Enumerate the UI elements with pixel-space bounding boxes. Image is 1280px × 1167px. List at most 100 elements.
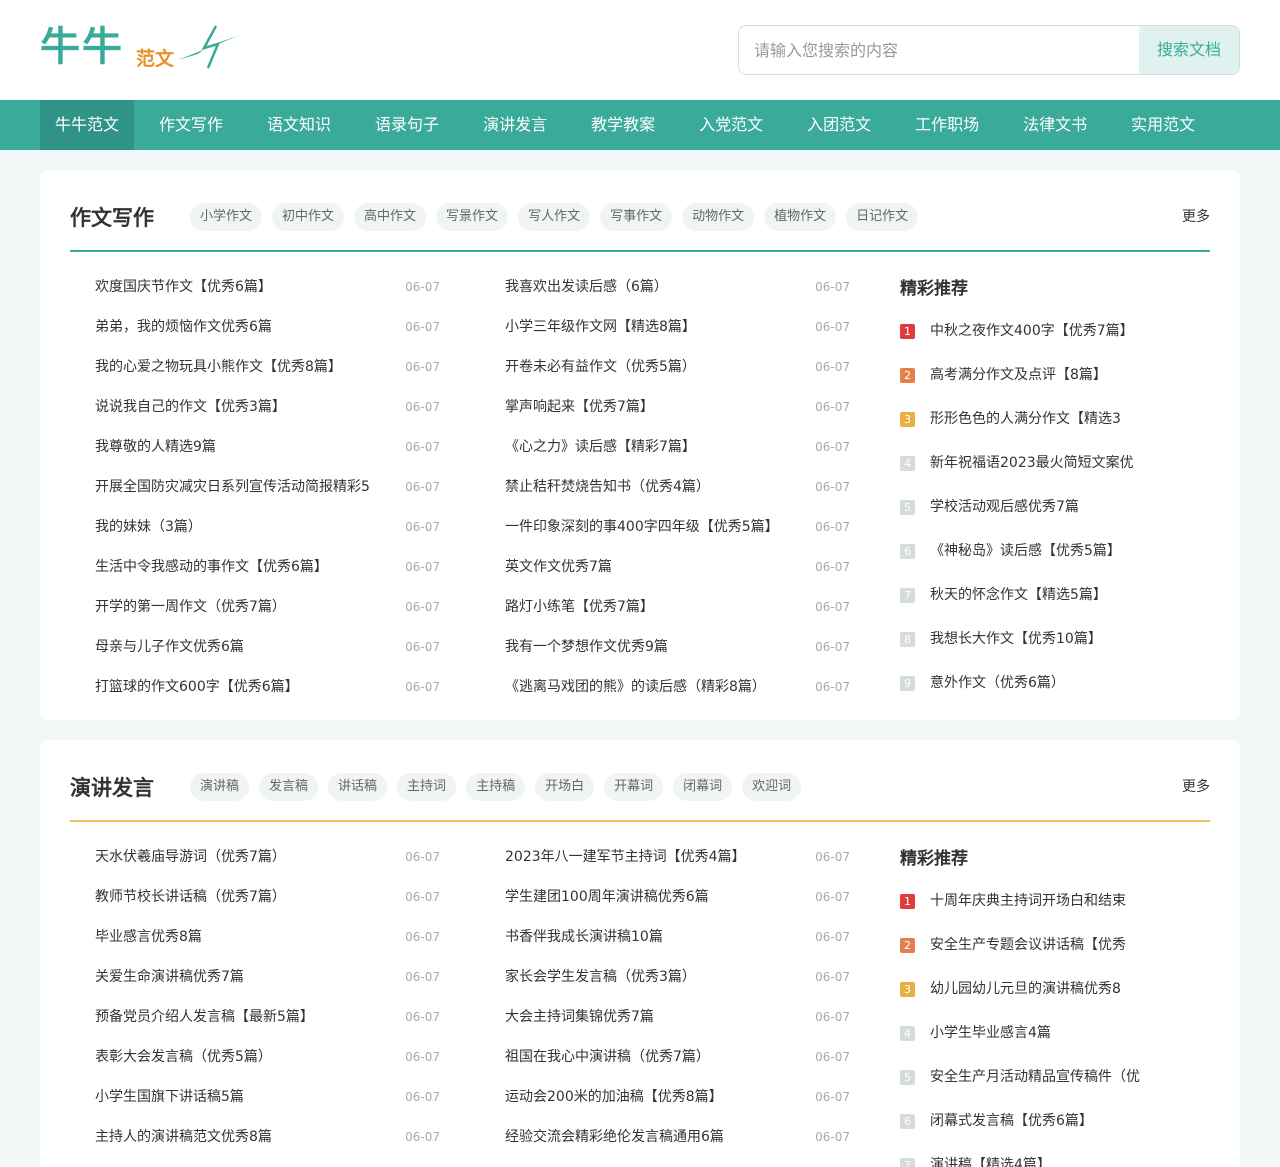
article-link[interactable]: 路灯小练笔【优秀7篇】: [505, 597, 654, 617]
article-link[interactable]: 关爱生命演讲稿优秀7篇: [95, 967, 244, 987]
recommend-item[interactable]: 7 秋天的怀念作文【精选5篇】: [900, 580, 1180, 624]
article-link[interactable]: 开展全国防灾减灾日系列宣传活动简报精彩5: [95, 477, 370, 497]
article-link[interactable]: 禁止秸秆焚烧告知书（优秀4篇）: [505, 477, 710, 497]
site-logo[interactable]: 牛牛 范文: [40, 22, 240, 72]
nav-item-composition[interactable]: 作文写作: [144, 100, 238, 150]
nav-item-league-essays[interactable]: 入团范文: [792, 100, 886, 150]
recommend-item[interactable]: 9 意外作文（优秀6篇）: [900, 668, 1180, 712]
nav-item-quotes[interactable]: 语录句子: [360, 100, 454, 150]
tag[interactable]: 发言稿: [259, 773, 319, 801]
article-link[interactable]: 《心之力》读后感【精彩7篇】: [505, 437, 696, 457]
recommend-link[interactable]: 中秋之夜作文400字【优秀7篇】: [930, 321, 1134, 341]
recommend-item[interactable]: 1 十周年庆典主持词开场白和结束: [900, 886, 1180, 930]
article-link[interactable]: 我尊敬的人精选9篇: [95, 437, 216, 457]
article-link[interactable]: 学生建团100周年演讲稿优秀6篇: [505, 887, 709, 907]
article-link[interactable]: 开学的第一周作文（优秀7篇）: [95, 597, 286, 617]
article-link[interactable]: 主持人的演讲稿范文优秀8篇: [95, 1127, 272, 1147]
recommend-link[interactable]: 意外作文（优秀6篇）: [930, 673, 1065, 693]
recommend-item[interactable]: 8 我想长大作文【优秀10篇】: [900, 624, 1180, 668]
article-link[interactable]: 经验交流会精彩绝伦发言稿通用6篇: [505, 1127, 724, 1147]
nav-item-workplace[interactable]: 工作职场: [900, 100, 994, 150]
article-link[interactable]: 毕业感言优秀8篇: [95, 927, 202, 947]
tag[interactable]: 写事作文: [600, 203, 673, 231]
recommend-link[interactable]: 秋天的怀念作文【精选5篇】: [930, 585, 1107, 605]
nav-item-teaching-plans[interactable]: 教学教案: [576, 100, 670, 150]
tag[interactable]: 写景作文: [436, 203, 509, 231]
recommend-link[interactable]: 幼儿园幼儿元旦的演讲稿优秀8: [930, 979, 1121, 999]
tag[interactable]: 讲话稿: [328, 773, 388, 801]
tag[interactable]: 植物作文: [764, 203, 837, 231]
recommend-link[interactable]: 新年祝福语2023最火简短文案优: [930, 453, 1134, 473]
article-link[interactable]: 大会主持词集锦优秀7篇: [505, 1007, 654, 1027]
recommend-item[interactable]: 4 小学生毕业感言4篇: [900, 1018, 1180, 1062]
recommend-item[interactable]: 2 高考满分作文及点评【8篇】: [900, 360, 1180, 404]
article-link[interactable]: 小学三年级作文网【精选8篇】: [505, 317, 696, 337]
tag[interactable]: 日记作文: [846, 203, 919, 231]
article-link[interactable]: 运动会200米的加油稿【优秀8篇】: [505, 1087, 723, 1107]
tag[interactable]: 演讲稿: [190, 773, 250, 801]
search-button[interactable]: 搜索文档: [1139, 26, 1239, 74]
recommend-item[interactable]: 7 演讲稿【精选4篇】: [900, 1150, 1180, 1167]
recommend-item[interactable]: 6 闭幕式发言稿【优秀6篇】: [900, 1106, 1180, 1150]
recommend-item[interactable]: 5 安全生产月活动精品宣传稿件（优: [900, 1062, 1180, 1106]
article-link[interactable]: 掌声响起来【优秀7篇】: [505, 397, 654, 417]
tag[interactable]: 写人作文: [518, 203, 591, 231]
recommend-link[interactable]: 《神秘岛》读后感【优秀5篇】: [930, 541, 1121, 561]
article-link[interactable]: 书香伴我成长演讲稿10篇: [505, 927, 663, 947]
article-link[interactable]: 表彰大会发言稿（优秀5篇）: [95, 1047, 272, 1067]
article-link[interactable]: 弟弟，我的烦恼作文优秀6篇: [95, 317, 272, 337]
article-link[interactable]: 我有一个梦想作文优秀9篇: [505, 637, 668, 657]
nav-item-home[interactable]: 牛牛范文: [40, 100, 135, 150]
article-link[interactable]: 家长会学生发言稿（优秀3篇）: [505, 967, 696, 987]
tag[interactable]: 小学作文: [190, 203, 263, 231]
article-link[interactable]: 预备党员介绍人发言稿【最新5篇】: [95, 1007, 314, 1027]
article-link[interactable]: 我的心爱之物玩具小熊作文【优秀8篇】: [95, 357, 342, 377]
tag[interactable]: 主持词: [397, 773, 457, 801]
tag[interactable]: 主持稿: [466, 773, 526, 801]
article-link[interactable]: 天水伏羲庙导游词（优秀7篇）: [95, 847, 286, 867]
tag[interactable]: 闭幕词: [673, 773, 733, 801]
recommend-link[interactable]: 形形色色的人满分作文【精选3: [930, 409, 1121, 429]
recommend-link[interactable]: 安全生产专题会议讲话稿【优秀: [930, 935, 1126, 955]
recommend-link[interactable]: 安全生产月活动精品宣传稿件（优: [930, 1067, 1140, 1087]
recommend-link[interactable]: 十周年庆典主持词开场白和结束: [930, 891, 1126, 911]
article-link[interactable]: 教师节校长讲话稿（优秀7篇）: [95, 887, 286, 907]
nav-item-speeches[interactable]: 演讲发言: [468, 100, 562, 150]
recommend-item[interactable]: 5 学校活动观后感优秀7篇: [900, 492, 1180, 536]
article-link[interactable]: 《逃离马戏团的熊》的读后感（精彩8篇）: [505, 677, 766, 697]
recommend-link[interactable]: 闭幕式发言稿【优秀6篇】: [930, 1111, 1093, 1131]
article-link[interactable]: 开卷未必有益作文（优秀5篇）: [505, 357, 696, 377]
recommend-link[interactable]: 学校活动观后感优秀7篇: [930, 497, 1079, 517]
recommend-link[interactable]: 我想长大作文【优秀10篇】: [930, 629, 1102, 649]
article-link[interactable]: 小学生国旗下讲话稿5篇: [95, 1087, 244, 1107]
search-input[interactable]: [739, 26, 1139, 74]
article-link[interactable]: 说说我自己的作文【优秀3篇】: [95, 397, 286, 417]
nav-item-legal-docs[interactable]: 法律文书: [1008, 100, 1102, 150]
recommend-link[interactable]: 演讲稿【精选4篇】: [930, 1155, 1051, 1167]
recommend-link[interactable]: 小学生毕业感言4篇: [930, 1023, 1051, 1043]
article-link[interactable]: 欢度国庆节作文【优秀6篇】: [95, 277, 272, 297]
article-link[interactable]: 打篮球的作文600字【优秀6篇】: [95, 677, 299, 697]
recommend-item[interactable]: 3 幼儿园幼儿元旦的演讲稿优秀8: [900, 974, 1180, 1018]
recommend-link[interactable]: 高考满分作文及点评【8篇】: [930, 365, 1107, 385]
tag[interactable]: 开场白: [535, 773, 595, 801]
article-link[interactable]: 母亲与儿子作文优秀6篇: [95, 637, 244, 657]
article-link[interactable]: 生活中令我感动的事作文【优秀6篇】: [95, 557, 328, 577]
more-link[interactable]: 更多: [1182, 773, 1210, 801]
tag[interactable]: 动物作文: [682, 203, 755, 231]
tag[interactable]: 初中作文: [272, 203, 345, 231]
tag[interactable]: 高中作文: [354, 203, 427, 231]
article-link[interactable]: 祖国在我心中演讲稿（优秀7篇）: [505, 1047, 710, 1067]
article-link[interactable]: 英文作文优秀7篇: [505, 557, 612, 577]
nav-item-party-essays[interactable]: 入党范文: [684, 100, 778, 150]
recommend-item[interactable]: 1 中秋之夜作文400字【优秀7篇】: [900, 316, 1180, 360]
nav-item-practical[interactable]: 实用范文: [1116, 100, 1210, 150]
recommend-item[interactable]: 2 安全生产专题会议讲话稿【优秀: [900, 930, 1180, 974]
article-link[interactable]: 一件印象深刻的事400字四年级【优秀5篇】: [505, 517, 779, 537]
article-link[interactable]: 我的妹妹（3篇）: [95, 517, 202, 537]
tag[interactable]: 欢迎词: [742, 773, 802, 801]
recommend-item[interactable]: 3 形形色色的人满分作文【精选3: [900, 404, 1180, 448]
tag[interactable]: 开幕词: [604, 773, 664, 801]
more-link[interactable]: 更多: [1182, 203, 1210, 231]
recommend-item[interactable]: 6 《神秘岛》读后感【优秀5篇】: [900, 536, 1180, 580]
